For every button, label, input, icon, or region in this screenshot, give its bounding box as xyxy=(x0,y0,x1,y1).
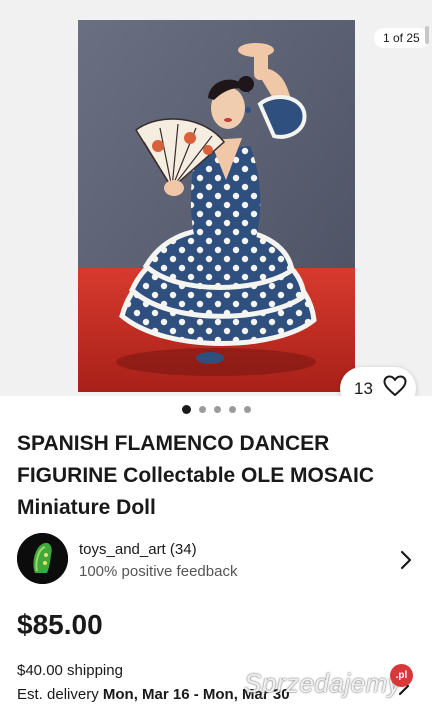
delivery-label: Est. delivery xyxy=(17,686,99,703)
pagination-dot[interactable] xyxy=(228,406,236,413)
seller-name-rating[interactable]: toys_and_art (34) xyxy=(79,541,197,558)
seller-avatar xyxy=(17,533,68,584)
heart-icon xyxy=(383,375,407,396)
listing-price: $85.00 xyxy=(17,609,103,640)
listing-title: SPANISH FLAMENCO DANCER FIGURINE Collect… xyxy=(17,432,375,519)
chevron-right-icon[interactable] xyxy=(400,550,412,575)
pagination-dot[interactable] xyxy=(181,405,191,414)
watermark-badge: .pl xyxy=(390,664,413,687)
scroll-indicator xyxy=(425,26,429,44)
image-counter: 1 of 25 xyxy=(374,28,429,48)
watch-button[interactable]: 13 xyxy=(340,367,416,396)
gallery-pagination xyxy=(0,405,432,414)
pagination-dot[interactable] xyxy=(243,406,251,413)
pagination-dot[interactable] xyxy=(213,406,221,413)
image-gallery[interactable]: 1 of 25 13 xyxy=(0,0,432,396)
shipping-cost: $40.00 shipping xyxy=(17,662,123,679)
watermark-text: Sprzedajemy xyxy=(244,668,402,698)
seller-feedback: 100% positive feedback xyxy=(79,563,238,580)
watch-count: 13 xyxy=(354,378,373,397)
pagination-dot[interactable] xyxy=(198,406,206,413)
listing-photo[interactable] xyxy=(78,20,355,392)
seller-card[interactable]: toys_and_art (34) 100% positive feedback xyxy=(17,533,417,587)
